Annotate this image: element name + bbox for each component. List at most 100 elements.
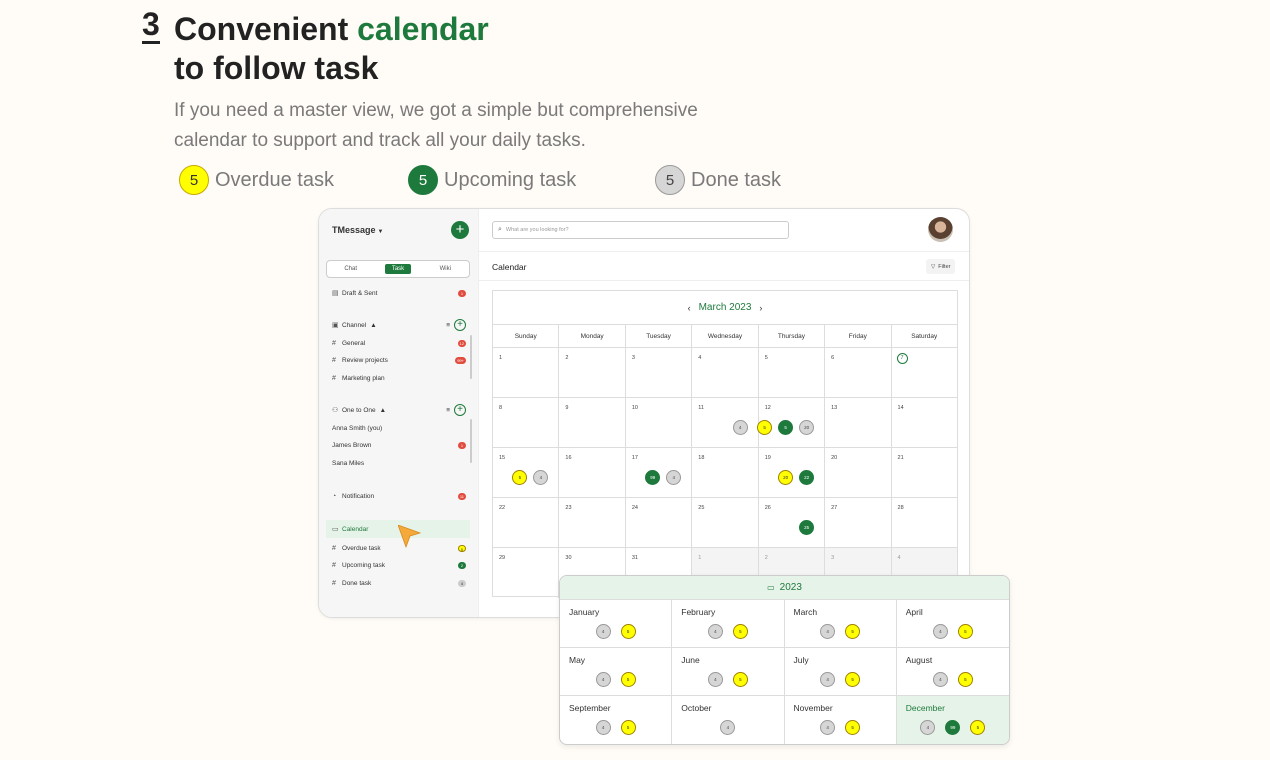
- month-cell[interactable]: September 4 5: [560, 696, 673, 744]
- calendar-day[interactable]: 5: [759, 348, 826, 397]
- overdue-marker[interactable]: 20: [778, 470, 794, 485]
- sidebar-item-notification[interactable]: ◔ Notification 11: [332, 490, 470, 502]
- calendar-day[interactable]: 2: [559, 348, 626, 397]
- calendar-day[interactable]: 29: [493, 548, 560, 598]
- sidebar-item-marketing-plan[interactable]: # Marketing plan: [332, 372, 470, 384]
- calendar-day[interactable]: 4: [692, 348, 759, 397]
- calendar-day[interactable]: 8: [493, 398, 560, 447]
- done-marker[interactable]: 4: [820, 624, 836, 639]
- calendar-day[interactable]: 12 5 5 20: [757, 398, 826, 447]
- sidebar-item-anna-smith[interactable]: Anna Smith (you): [332, 422, 470, 434]
- month-cell[interactable]: January 4 5: [560, 600, 673, 648]
- month-cell[interactable]: May 4 5: [560, 648, 673, 696]
- calendar-day[interactable]: 10: [626, 398, 693, 447]
- calendar-day[interactable]: 25: [692, 498, 759, 547]
- upcoming-marker[interactable]: 25: [799, 520, 815, 535]
- overdue-marker[interactable]: 5: [620, 720, 636, 735]
- calendar-day[interactable]: 3: [626, 348, 693, 397]
- sidebar-item-review-projects[interactable]: # Review projects 99+: [332, 354, 470, 366]
- month-cell[interactable]: April 4 5: [896, 600, 1009, 648]
- overdue-marker[interactable]: 5: [620, 672, 636, 687]
- calendar-day[interactable]: 28: [892, 498, 957, 547]
- done-marker[interactable]: 4: [932, 672, 948, 687]
- done-marker[interactable]: 4: [720, 720, 736, 735]
- overdue-marker[interactable]: 5: [732, 624, 748, 639]
- month-cell[interactable]: October 4: [672, 696, 785, 744]
- sidebar-item-sana-miles[interactable]: Sana Miles: [332, 457, 470, 469]
- upcoming-marker[interactable]: 99: [945, 720, 961, 735]
- overdue-marker[interactable]: 5: [957, 624, 973, 639]
- done-marker[interactable]: 4: [595, 624, 611, 639]
- overdue-marker[interactable]: 5: [512, 470, 528, 485]
- overdue-marker[interactable]: 5: [845, 624, 861, 639]
- sidebar-item-draft[interactable]: ▤ Draft & Sent 1: [332, 287, 470, 299]
- channel-section-header[interactable]: ▣ Channel ▲ ≡ +: [332, 319, 470, 331]
- avatar[interactable]: [928, 217, 953, 242]
- done-marker[interactable]: 4: [666, 470, 682, 485]
- calendar-day[interactable]: 14: [892, 398, 957, 447]
- month-cell[interactable]: December 4 99 5: [896, 696, 1009, 744]
- overdue-marker[interactable]: 5: [620, 624, 636, 639]
- calendar-day[interactable]: 9: [559, 398, 626, 447]
- one-to-one-section-header[interactable]: ⚇ One to One ▲ ≡ +: [332, 404, 470, 416]
- calendar-day[interactable]: 18: [692, 448, 759, 497]
- sidebar-item-upcoming-task[interactable]: # Upcoming task 2: [332, 559, 470, 571]
- calendar-day[interactable]: 7: [892, 348, 957, 397]
- workspace-switcher[interactable]: TMessage ▼: [332, 225, 383, 235]
- done-marker[interactable]: 4: [932, 624, 948, 639]
- calendar-day[interactable]: 15 5 4: [493, 448, 560, 497]
- chevron-left-icon[interactable]: ‹: [688, 303, 691, 313]
- done-marker[interactable]: 4: [595, 672, 611, 687]
- chevron-right-icon[interactable]: ›: [759, 303, 762, 313]
- overdue-marker[interactable]: 5: [845, 720, 861, 735]
- month-cell[interactable]: February 4 5: [672, 600, 785, 648]
- tab-wiki[interactable]: Wiki: [422, 261, 469, 277]
- sidebar-item-general[interactable]: # General 12: [332, 337, 470, 349]
- overdue-marker[interactable]: 5: [732, 672, 748, 687]
- calendar-day[interactable]: 11 4: [692, 398, 759, 447]
- search-input[interactable]: ⌕ What are you looking for?: [492, 221, 789, 239]
- done-marker[interactable]: 4: [707, 624, 723, 639]
- tab-chat[interactable]: Chat: [327, 261, 374, 277]
- done-marker[interactable]: 4: [732, 420, 748, 435]
- add-channel-button[interactable]: +: [454, 319, 466, 331]
- overdue-marker[interactable]: 5: [957, 672, 973, 687]
- upcoming-marker[interactable]: 99: [645, 470, 661, 485]
- sidebar-item-james-brown[interactable]: James Brown 1: [332, 439, 470, 451]
- sidebar-item-done-task[interactable]: # Done task 4: [332, 577, 470, 589]
- upcoming-marker[interactable]: 5: [778, 420, 794, 435]
- calendar-day[interactable]: 20: [825, 448, 892, 497]
- calendar-day[interactable]: 19 20 22: [759, 448, 826, 497]
- calendar-day[interactable]: 27: [825, 498, 892, 547]
- menu-icon[interactable]: ≡: [446, 322, 450, 329]
- month-cell[interactable]: July 4 5: [784, 648, 897, 696]
- calendar-day[interactable]: 1: [493, 348, 560, 397]
- upcoming-marker[interactable]: 22: [799, 470, 815, 485]
- done-marker[interactable]: 4: [533, 470, 549, 485]
- dm-scrollbar[interactable]: [470, 419, 472, 463]
- menu-icon[interactable]: ≡: [446, 407, 450, 414]
- done-marker[interactable]: 4: [920, 720, 936, 735]
- overdue-marker[interactable]: 5: [970, 720, 986, 735]
- month-cell[interactable]: March 4 5: [784, 600, 897, 648]
- done-marker[interactable]: 4: [820, 720, 836, 735]
- calendar-day[interactable]: 24: [626, 498, 693, 547]
- calendar-day[interactable]: 13: [825, 398, 892, 447]
- done-marker[interactable]: 4: [595, 720, 611, 735]
- channel-scrollbar[interactable]: [470, 335, 472, 379]
- month-cell[interactable]: August 4 5: [896, 648, 1009, 696]
- done-marker[interactable]: 4: [820, 672, 836, 687]
- overdue-marker[interactable]: 5: [757, 420, 773, 435]
- calendar-day[interactable]: 6: [825, 348, 892, 397]
- calendar-day[interactable]: 16: [559, 448, 626, 497]
- tab-task[interactable]: Task: [374, 261, 421, 277]
- done-marker[interactable]: 20: [799, 420, 815, 435]
- filter-button[interactable]: ▽ Filter: [926, 259, 956, 274]
- add-button[interactable]: +: [451, 221, 469, 239]
- done-marker[interactable]: 4: [707, 672, 723, 687]
- calendar-day[interactable]: 17 99 4: [626, 448, 693, 497]
- calendar-day[interactable]: 22: [493, 498, 560, 547]
- calendar-day[interactable]: 23: [559, 498, 626, 547]
- overdue-marker[interactable]: 5: [845, 672, 861, 687]
- calendar-day[interactable]: 26 25: [759, 498, 826, 547]
